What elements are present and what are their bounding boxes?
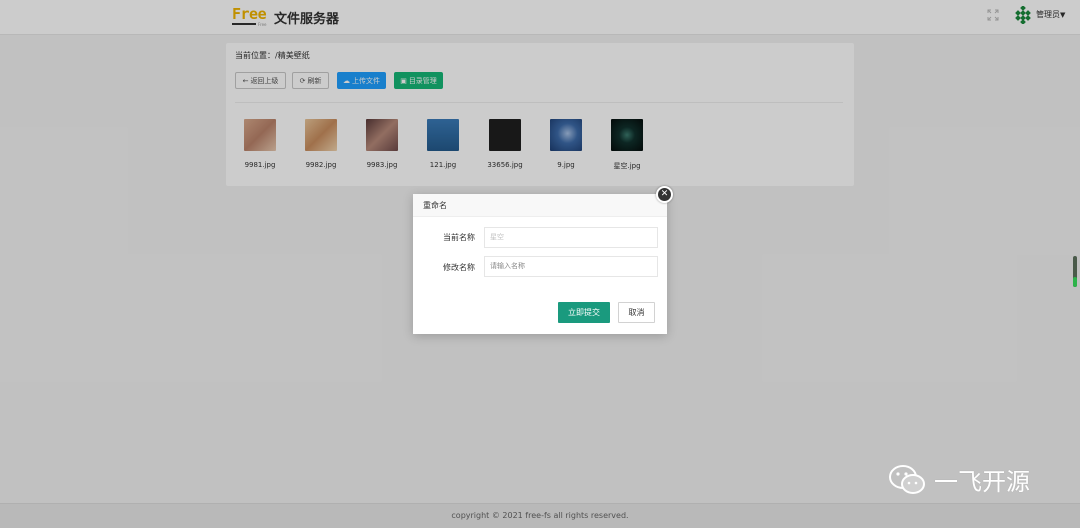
current-name-label: 当前名称 xyxy=(443,233,475,242)
current-name-field: 星空 xyxy=(484,227,658,248)
new-name-label: 修改名称 xyxy=(443,263,475,272)
wechat-icon xyxy=(889,464,925,494)
watermark-text: 一飞开源 xyxy=(934,468,1030,496)
watermark: 一飞开源 xyxy=(888,462,1030,497)
close-icon[interactable]: ✕ xyxy=(656,186,673,203)
dialog-title: 重命名 xyxy=(413,194,667,217)
submit-button[interactable]: 立即提交 xyxy=(558,302,610,323)
cancel-button[interactable]: 取消 xyxy=(618,302,655,323)
rename-dialog: 重命名 ✕ 当前名称 星空 修改名称 请输入名称 立即提交 取消 xyxy=(413,186,673,334)
new-name-input[interactable]: 请输入名称 xyxy=(484,256,658,277)
scroll-indicator[interactable] xyxy=(1073,256,1077,287)
